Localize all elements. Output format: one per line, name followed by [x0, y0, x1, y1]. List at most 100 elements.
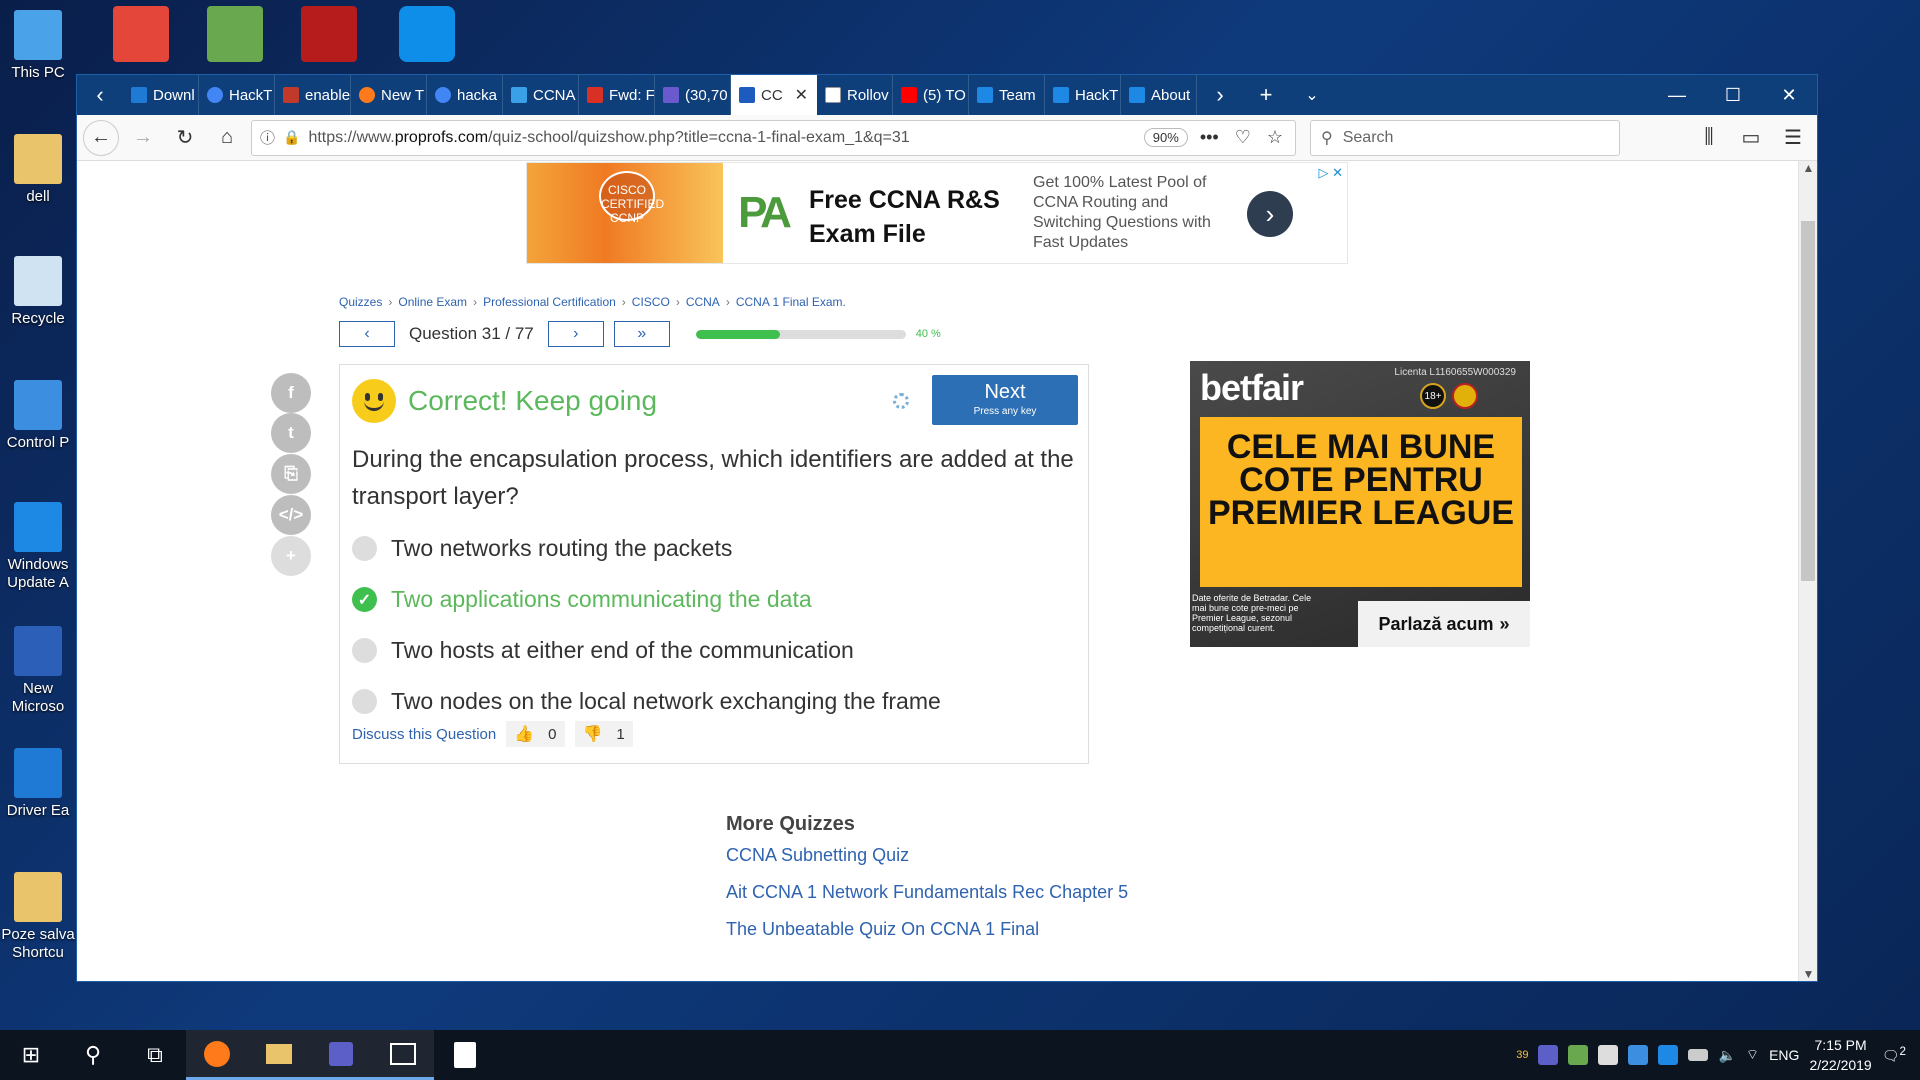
tab[interactable]: Fwd: F	[579, 75, 655, 115]
embed-code-icon[interactable]: </>	[271, 495, 311, 535]
breadcrumb-link[interactable]: Quizzes	[339, 295, 382, 309]
url-bar[interactable]: ⓘ 🔒 https://www.proprofs.com/quiz-school…	[251, 119, 1296, 156]
facebook-share-icon[interactable]: f	[271, 373, 311, 413]
file-explorer-icon[interactable]	[248, 1030, 310, 1080]
new-tab-icon[interactable]: +	[1243, 75, 1289, 115]
answer-option[interactable]: Two hosts at either end of the communica…	[352, 625, 1078, 676]
ad-arrow-icon[interactable]: ›	[1247, 191, 1293, 237]
tab[interactable]: (5) TO	[893, 75, 969, 115]
battery-icon[interactable]	[1688, 1049, 1709, 1061]
firefox-taskbar-icon[interactable]	[186, 1030, 248, 1080]
desktop-icon-this-pc[interactable]: This PC	[0, 10, 76, 82]
top-app-icon-2[interactable]	[200, 6, 270, 70]
menu-icon[interactable]: ☰	[1775, 120, 1811, 156]
upvote-button[interactable]: 👍 0	[506, 721, 565, 747]
discuss-link[interactable]: Discuss this Question	[352, 726, 496, 743]
copy-icon[interactable]: ⎘	[271, 454, 311, 494]
tab[interactable]: HackT	[1045, 75, 1121, 115]
tab[interactable]: New T	[351, 75, 427, 115]
breadcrumb-link[interactable]: CISCO	[632, 295, 670, 309]
teamviewer-icon[interactable]	[392, 6, 462, 70]
close-tab-icon[interactable]: ✕	[795, 85, 808, 105]
tab[interactable]: enable	[275, 75, 351, 115]
close-window-icon[interactable]: ✕	[1761, 75, 1817, 115]
desktop-icon-windows-update[interactable]: Windows Update A	[0, 502, 76, 592]
tab[interactable]: CCNA	[503, 75, 579, 115]
calculator-icon[interactable]	[434, 1030, 496, 1080]
quiz-link[interactable]: The Unbeatable Quiz On CCNA 1 Final	[726, 916, 1146, 943]
quiz-link[interactable]: CCNA Subnetting Quiz	[726, 842, 1146, 869]
back-button[interactable]: ←	[83, 119, 119, 156]
reload-icon[interactable]: ↻	[167, 120, 203, 156]
tab[interactable]: Team	[969, 75, 1045, 115]
top-app-icon-1[interactable]	[106, 6, 176, 70]
tab-list-chevron-icon[interactable]: ⌄	[1289, 75, 1335, 115]
search-box[interactable]: ⚲ Search	[1310, 119, 1620, 156]
desktop-icon-driver-easy[interactable]: Driver Ea	[0, 748, 76, 820]
top-app-icon-3[interactable]	[294, 6, 364, 70]
maximize-icon[interactable]: ☐	[1705, 75, 1761, 115]
breadcrumb-link[interactable]: CCNA 1 Final Exam.	[736, 295, 846, 309]
task-view-icon[interactable]: ⧉	[124, 1030, 186, 1080]
ad-cta-button[interactable]: Parlază acum»	[1358, 601, 1530, 647]
desktop-icon-dell[interactable]: dell	[0, 134, 76, 206]
downvote-button[interactable]: 👎 1	[574, 721, 633, 747]
sidebar-icon[interactable]: ▭	[1733, 120, 1769, 156]
tray-app-icon[interactable]	[1658, 1045, 1679, 1065]
photos-icon[interactable]	[372, 1030, 434, 1080]
tab[interactable]: HackT	[199, 75, 275, 115]
teams-tray-icon[interactable]	[1538, 1045, 1559, 1065]
language-indicator[interactable]: ENG	[1769, 1047, 1799, 1063]
more-share-icon[interactable]: +	[271, 536, 311, 576]
tray-app-icon[interactable]	[1628, 1045, 1649, 1065]
zoom-indicator[interactable]: 90%	[1143, 128, 1188, 147]
pocket-icon[interactable]: ♡	[1231, 127, 1255, 148]
twitter-share-icon[interactable]: t	[271, 413, 311, 453]
answer-option[interactable]: Two nodes on the local network exchangin…	[352, 676, 1078, 727]
next-question-button[interactable]: ›	[547, 321, 604, 347]
wifi-icon[interactable]: ⌔	[1746, 1046, 1759, 1064]
minimize-icon[interactable]: —	[1649, 75, 1705, 115]
adchoices-icon[interactable]: ▷ ✕	[1318, 165, 1343, 181]
breadcrumb-link[interactable]: Online Exam	[398, 295, 467, 309]
tab-active[interactable]: CC ✕	[731, 75, 817, 115]
desktop-icon-recycle-bin[interactable]: Recycle	[0, 256, 76, 328]
tab[interactable]: hacka	[427, 75, 503, 115]
volume-icon[interactable]: 🔈	[1718, 1047, 1735, 1064]
answer-option[interactable]: Two networks routing the packets	[352, 523, 1078, 574]
forward-button[interactable]: →	[125, 120, 161, 156]
tab[interactable]: About	[1121, 75, 1197, 115]
desktop-icon-control-panel[interactable]: Control P	[0, 380, 76, 452]
teams-icon[interactable]	[310, 1030, 372, 1080]
breadcrumb-link[interactable]: Professional Certification	[483, 295, 616, 309]
library-icon[interactable]: ⫼	[1691, 120, 1727, 156]
search-icon[interactable]: ⚲	[62, 1030, 124, 1080]
tab[interactable]: Downl	[123, 75, 199, 115]
scroll-down-icon[interactable]: ▼	[1799, 967, 1818, 981]
lock-icon[interactable]: 🔒	[283, 129, 300, 146]
home-icon[interactable]: ⌂	[209, 120, 245, 156]
scroll-up-icon[interactable]: ▲	[1799, 161, 1818, 175]
breadcrumb-link[interactable]: CCNA	[686, 295, 720, 309]
top-ad-banner[interactable]: CISCO CERTIFIED CCNP PA Free CCNA R&S Ex…	[526, 162, 1348, 264]
tray-app-icon[interactable]	[1568, 1045, 1589, 1065]
tab-scroll-right-icon[interactable]: ›	[1197, 75, 1243, 115]
start-button[interactable]: ⊞	[0, 1030, 62, 1080]
tab[interactable]: Rollov	[817, 75, 893, 115]
tab[interactable]: (30,70	[655, 75, 731, 115]
vertical-scrollbar[interactable]: ▲ ▼	[1798, 161, 1817, 981]
last-question-button[interactable]: »	[613, 321, 670, 347]
side-ad-banner[interactable]: betfair Licenta L1160655W000329 18+ CELE…	[1190, 361, 1530, 647]
page-actions-icon[interactable]: •••	[1196, 127, 1223, 148]
desktop-icon-word-doc[interactable]: New Microso	[0, 626, 76, 716]
next-button[interactable]: Next Press any key	[932, 375, 1078, 425]
prev-question-button[interactable]: ‹	[339, 321, 395, 347]
answer-option-correct[interactable]: ✓ Two applications communicating the data	[352, 574, 1078, 625]
bookmark-star-icon[interactable]: ☆	[1263, 127, 1287, 148]
scrollbar-thumb[interactable]	[1801, 221, 1815, 581]
notification-center-icon[interactable]: 🗨2	[1882, 1045, 1906, 1065]
clock[interactable]: 7:15 PM 2/22/2019	[1809, 1035, 1871, 1075]
quiz-link[interactable]: Ait CCNA 1 Network Fundamentals Rec Chap…	[726, 879, 1146, 906]
tab-scroll-left-icon[interactable]: ‹	[77, 75, 123, 115]
desktop-icon-poze-shortcut[interactable]: Poze salva Shortcu	[0, 872, 76, 962]
